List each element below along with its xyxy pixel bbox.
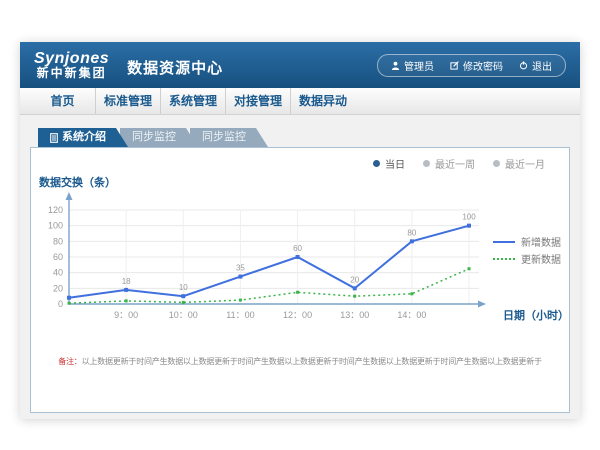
svg-text:20: 20 <box>350 275 359 284</box>
app-window: Synjones 新中新集团 数据资源中心 管理员 修改密码 退出 首页 标准管… <box>20 42 580 419</box>
chart-legend: 新增数据 更新数据 <box>493 233 561 267</box>
time-range-filter: 当日 最近一周 最近一月 <box>373 156 545 171</box>
user-icon <box>391 61 400 70</box>
content-area: 系统介绍 同步监控 同步监控 当日 最近一周 <box>20 115 580 413</box>
user-label: 管理员 <box>404 58 434 73</box>
change-password-label: 修改密码 <box>463 58 503 73</box>
logo-subtext: 新中新集团 <box>37 67 107 80</box>
svg-text:35: 35 <box>236 264 245 273</box>
tab-sync-monitor-1[interactable]: 同步监控 <box>120 128 198 147</box>
svg-text:14：00: 14：00 <box>397 310 426 320</box>
radio-label: 最近一周 <box>435 156 475 171</box>
change-password-button[interactable]: 修改密码 <box>450 58 503 73</box>
content-panel: 当日 最近一周 最近一月 数据交换（条） 0 20 40 60 80 100 120 9：00… <box>30 147 570 413</box>
legend-item-updated-data: 更新数据 <box>493 250 561 267</box>
dotted-line-swatch <box>493 258 515 260</box>
power-icon <box>519 61 528 70</box>
radio-today[interactable]: 当日 <box>373 156 405 171</box>
radio-last-month[interactable]: 最近一月 <box>493 156 545 171</box>
radio-dot <box>423 160 430 167</box>
nav-item-standards[interactable]: 标准管理 <box>95 88 160 114</box>
tab-label: 系统介绍 <box>62 128 106 147</box>
svg-text:10: 10 <box>179 283 188 292</box>
nav-item-interface[interactable]: 对接管理 <box>225 88 290 114</box>
tab-label: 同步监控 <box>132 128 176 147</box>
app-header: Synjones 新中新集团 数据资源中心 管理员 修改密码 退出 <box>20 42 580 88</box>
tab-sync-monitor-2[interactable]: 同步监控 <box>190 128 268 147</box>
nav-item-system[interactable]: 系统管理 <box>160 88 225 114</box>
legend-label: 新增数据 <box>521 234 561 249</box>
legend-label: 更新数据 <box>521 251 561 266</box>
svg-text:10：00: 10：00 <box>169 310 198 320</box>
svg-text:12：00: 12：00 <box>283 310 312 320</box>
logout-button[interactable]: 退出 <box>519 58 552 73</box>
svg-text:60: 60 <box>293 244 302 253</box>
svg-text:9：00: 9：00 <box>114 310 138 320</box>
logo: Synjones 新中新集团 <box>34 50 109 81</box>
radio-label: 最近一月 <box>505 156 545 171</box>
user-toolbar: 管理员 修改密码 退出 <box>377 54 566 77</box>
svg-text:20: 20 <box>53 283 63 293</box>
radio-label: 当日 <box>385 156 405 171</box>
svg-text:11：00: 11：00 <box>226 310 254 320</box>
svg-text:100: 100 <box>48 221 63 231</box>
tab-system-intro[interactable]: 系统介绍 <box>38 128 128 147</box>
svg-text:40: 40 <box>53 268 63 278</box>
tab-label: 同步监控 <box>202 128 246 147</box>
logout-label: 退出 <box>532 58 552 73</box>
document-icon <box>50 133 58 143</box>
y-axis-title: 数据交换（条） <box>39 174 116 190</box>
svg-text:18: 18 <box>122 277 131 286</box>
radio-dot <box>373 160 380 167</box>
svg-text:0: 0 <box>58 299 63 309</box>
nav-item-data-change[interactable]: 数据异动 <box>290 88 355 114</box>
user-button[interactable]: 管理员 <box>391 58 434 73</box>
svg-text:100: 100 <box>462 213 476 222</box>
edit-icon <box>450 61 459 70</box>
radio-dot <box>493 160 500 167</box>
svg-text:80: 80 <box>407 228 416 237</box>
note-text: 以上数据更新于时间产生数据以上数据更新于时间产生数据以上数据更新于时间产生数据以… <box>82 357 542 366</box>
logo-text: Synjones <box>34 50 109 68</box>
footer-note: 备注：以上数据更新于时间产生数据以上数据更新于时间产生数据以上数据更新于时间产生… <box>31 356 569 367</box>
svg-text:13：00: 13：00 <box>340 310 369 320</box>
x-axis-title: 日期（小时） <box>503 307 569 323</box>
note-prefix: 备注： <box>58 357 81 366</box>
page-title: 数据资源中心 <box>127 53 223 78</box>
svg-text:60: 60 <box>53 252 63 262</box>
tab-bar: 系统介绍 同步监控 同步监控 <box>38 128 570 147</box>
legend-item-new-data: 新增数据 <box>493 233 561 250</box>
radio-last-week[interactable]: 最近一周 <box>423 156 475 171</box>
solid-line-swatch <box>493 241 515 243</box>
main-nav: 首页 标准管理 系统管理 对接管理 数据异动 <box>20 88 580 115</box>
svg-text:120: 120 <box>48 205 63 215</box>
nav-item-home[interactable]: 首页 <box>30 88 95 114</box>
svg-text:80: 80 <box>53 236 63 246</box>
